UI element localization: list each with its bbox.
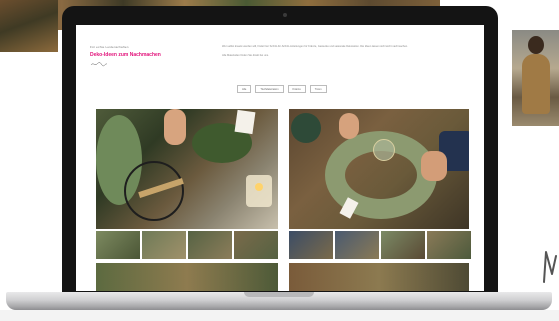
intro-paragraph: Wer selbst kreativ werden will, findet h… [222, 45, 408, 48]
background-photo-right [512, 30, 559, 126]
signature-icon [90, 62, 108, 67]
background-photo-left [0, 0, 58, 52]
person-head [528, 36, 544, 54]
candle-flame [255, 183, 263, 191]
site-header: Für echte Leidenschaften Deko-Ideen zum … [76, 25, 484, 105]
filter-button-table[interactable]: Tischdekoration [255, 85, 284, 93]
thumbnail[interactable] [142, 231, 186, 259]
hand [339, 113, 359, 139]
pot [291, 113, 321, 143]
glass-jar [373, 139, 395, 161]
filter-button-wreaths[interactable]: Kränze [287, 85, 306, 93]
filter-button-all[interactable]: Alle [237, 85, 252, 93]
candle-glass [246, 175, 272, 207]
thumbnail[interactable] [427, 231, 471, 259]
eyebrow-text: Für echte Leidenschaften [90, 45, 129, 49]
gallery-image[interactable] [96, 263, 278, 291]
hand [164, 109, 186, 145]
thumbnail[interactable] [335, 231, 379, 259]
thumbnail[interactable] [234, 231, 278, 259]
label-tag [234, 109, 256, 135]
thumbnail[interactable] [381, 231, 425, 259]
hand-drawn-arrow-icon [543, 251, 557, 283]
intro-paragraph: Alle Materialien finden Sie direkt bei u… [222, 53, 269, 57]
intro-text: Wer selbst kreativ werden will, findet h… [222, 45, 462, 62]
person-figure [522, 54, 550, 114]
gallery-image-hoop-wreath[interactable] [96, 109, 278, 229]
hand [421, 151, 447, 181]
thumbnail[interactable] [96, 231, 140, 259]
thumbnail[interactable] [188, 231, 232, 259]
laptop-camera [283, 13, 287, 17]
desk-surface [0, 310, 559, 321]
page-title: Deko-Ideen zum Nachmachen [90, 52, 161, 58]
thumbnail-strip-right [289, 231, 471, 259]
gallery-image-herb-wreath[interactable] [289, 109, 469, 229]
gallery-image[interactable] [289, 263, 469, 291]
filter-button-doors[interactable]: Türen [309, 85, 327, 93]
laptop-notch [244, 292, 314, 297]
thumbnail-strip-left [96, 231, 278, 259]
laptop-screen: Für echte Leidenschaften Deko-Ideen zum … [76, 25, 484, 291]
thumbnail[interactable] [289, 231, 333, 259]
filter-bar: Alle Tischdekoration Kränze Türen [237, 85, 327, 93]
